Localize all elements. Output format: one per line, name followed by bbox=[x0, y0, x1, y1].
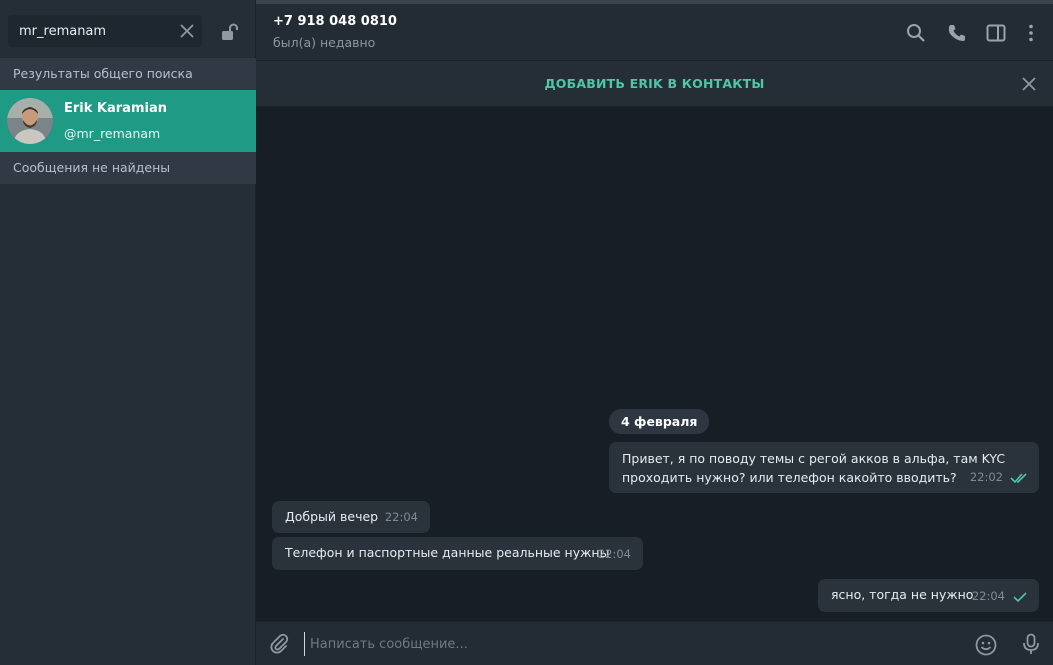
emoji-icon[interactable] bbox=[974, 633, 998, 657]
add-contact-button[interactable]: ДОБАВИТЬ ERIK В КОНТАКТЫ bbox=[256, 76, 1053, 91]
chat-header: +7 918 048 0810 был(а) недавно bbox=[256, 0, 1053, 60]
message-text: Добрый вечер bbox=[285, 509, 379, 524]
add-contact-banner: ДОБАВИТЬ ERIK В КОНТАКТЫ bbox=[256, 60, 1053, 107]
sidebar: Результаты общего поиска Erik Karamian @… bbox=[0, 0, 256, 665]
lock-icon[interactable] bbox=[220, 22, 240, 42]
phone-icon[interactable] bbox=[946, 22, 968, 44]
search-input[interactable] bbox=[8, 15, 168, 47]
mic-icon[interactable] bbox=[1019, 632, 1043, 656]
telegram-window: Результаты общего поиска Erik Karamian @… bbox=[0, 0, 1053, 665]
close-icon[interactable] bbox=[1020, 75, 1038, 93]
message-text: Привет, я по поводу темы с регой акков в… bbox=[622, 451, 1006, 466]
contact-status: был(а) недавно bbox=[273, 35, 376, 50]
search-bar bbox=[0, 4, 256, 58]
chat-pane: +7 918 048 0810 был(а) недавно ДОБАВИТЬ … bbox=[256, 0, 1053, 665]
more-vert-icon[interactable] bbox=[1020, 22, 1042, 44]
message-time: 22:04 bbox=[971, 589, 1005, 603]
sidebar-panel-icon[interactable] bbox=[985, 22, 1007, 44]
message-bubble-incoming[interactable]: Телефон и паспортные данные реальные нуж… bbox=[272, 537, 643, 570]
message-text: Телефон и паспортные данные реальные нуж… bbox=[285, 545, 610, 560]
message-bubble-incoming[interactable]: Добрый вечер 22:04 bbox=[272, 501, 430, 533]
message-text: проходить нужно? или телефон какойто вво… bbox=[622, 470, 957, 485]
search-box bbox=[8, 15, 202, 47]
check-icon bbox=[1013, 592, 1027, 603]
avatar bbox=[7, 98, 53, 144]
message-bubble-outgoing[interactable]: Привет, я по поводу темы с регой акков в… bbox=[609, 442, 1039, 493]
search-result-item[interactable]: Erik Karamian @mr_remanam bbox=[0, 90, 256, 152]
search-icon[interactable] bbox=[905, 22, 927, 44]
result-username: @mr_remanam bbox=[64, 126, 161, 141]
message-list[interactable]: 4 февраля Привет, я по поводу темы с рег… bbox=[256, 107, 1053, 621]
message-time: 22:04 bbox=[384, 510, 418, 524]
date-separator: 4 февраля bbox=[609, 409, 710, 434]
double-check-icon bbox=[1010, 473, 1027, 484]
message-time: 22:04 bbox=[597, 547, 631, 561]
no-messages-found-header: Сообщения не найдены bbox=[0, 152, 256, 184]
message-bubble-outgoing[interactable]: ясно, тогда не нужно 22:04 bbox=[818, 579, 1039, 612]
close-icon[interactable] bbox=[178, 22, 196, 40]
attach-icon[interactable] bbox=[268, 633, 290, 655]
global-search-results-header: Результаты общего поиска bbox=[0, 58, 256, 90]
result-name: Erik Karamian bbox=[64, 101, 167, 116]
message-time: 22:02 bbox=[969, 470, 1003, 484]
message-text: ясно, тогда не нужно bbox=[831, 587, 974, 602]
message-composer bbox=[256, 621, 1053, 665]
message-input[interactable] bbox=[304, 632, 944, 656]
contact-phone[interactable]: +7 918 048 0810 bbox=[273, 14, 397, 29]
